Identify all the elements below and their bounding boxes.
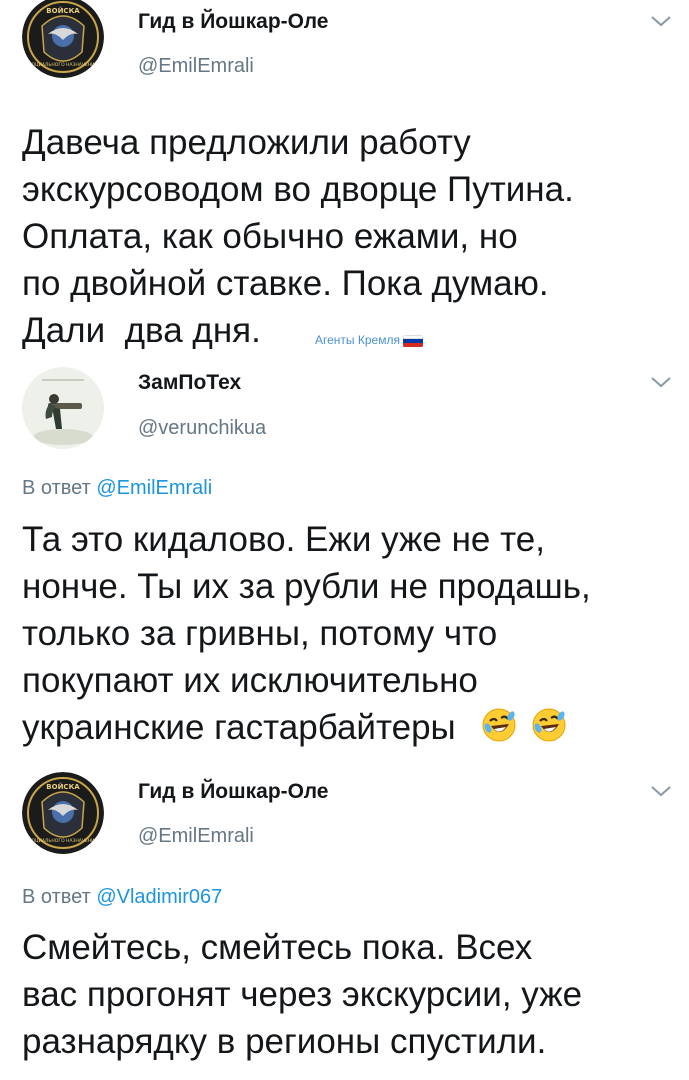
rolling-on-floor-laughing-emoji	[482, 708, 516, 742]
rolling-on-floor-laughing-emoji	[532, 708, 566, 742]
chevron-down-icon[interactable]	[650, 784, 672, 798]
reply-to-link[interactable]: @EmilEmrali	[96, 477, 212, 499]
tweet-text: Давеча предложили работу экскурсоводом в…	[22, 119, 574, 354]
avatar[interactable]: ВОЙСКА СОЦИАЛЬНОГО НАЗНАЧЕНИЯ	[22, 0, 104, 78]
reply-to-link[interactable]: @Vladimir067	[96, 886, 222, 908]
tweet-text-line: по двойной ставке. Пока думаю.	[22, 264, 549, 303]
military-emblem-avatar: ВОЙСКА СОЦИАЛЬНОГО НАЗНАЧЕНИЯ	[22, 772, 104, 854]
tweet-text: Смейтесь, смейтесь пока. Всех вас прогон…	[22, 924, 582, 1065]
chevron-down-icon[interactable]	[650, 375, 672, 389]
watermark: Агенты Кремля	[315, 333, 423, 348]
tweet-3: ВОЙСКА СОЦИАЛЬНОГО НАЗНАЧЕНИЯ Гид в Йошк…	[0, 770, 689, 1080]
military-emblem-avatar: ВОЙСКА СОЦИАЛЬНОГО НАЗНАЧЕНИЯ	[22, 0, 104, 78]
avatar-top-text: ВОЙСКА	[46, 6, 80, 15]
tweet-text-line-last: украинские гастарбайтеры	[22, 704, 591, 751]
tweet-text-line: Дали два дня.	[22, 311, 261, 350]
author-name[interactable]: Гид в Йошкар-Оле	[138, 10, 328, 34]
reply-to: В ответ @EmilEmrali	[22, 477, 212, 500]
tweet-text-line: вас прогонят через экскурсии, уже	[22, 975, 583, 1014]
tweet-text-line: Давеча предложили работу	[22, 123, 471, 162]
tweet-text: Та это кидалово. Ежи уже не те, нонче. Т…	[22, 516, 591, 751]
tweet-text-line: разнарядку в регионы спустили.	[22, 1022, 547, 1061]
avatar-bottom-text: СОЦИАЛЬНОГО НАЗНАЧЕНИЯ	[28, 838, 97, 844]
avatar-bottom-text: СОЦИАЛЬНОГО НАЗНАЧЕНИЯ	[28, 62, 97, 68]
avatar[interactable]: ВОЙСКА СОЦИАЛЬНОГО НАЗНАЧЕНИЯ	[22, 772, 104, 854]
tweet-text-line: украинские гастарбайтеры	[22, 708, 456, 747]
chevron-down-icon[interactable]	[650, 14, 672, 28]
reply-prefix: В ответ	[22, 886, 91, 908]
tweet-text-line: Смейтесь, смейтесь пока. Всех	[22, 928, 533, 967]
tweet-text-line: экскурсоводом во дворце Путина.	[22, 170, 574, 209]
author-name[interactable]: Гид в Йошкар-Оле	[138, 780, 328, 804]
author-handle[interactable]: @EmilEmrali	[138, 55, 254, 78]
avatar[interactable]	[22, 367, 104, 449]
avatar-top-text: ВОЙСКА	[46, 782, 80, 791]
author-handle[interactable]: @verunchikua	[138, 417, 266, 440]
tweet-text-line: Та это кидалово. Ежи уже не те,	[22, 520, 545, 559]
tweet-text-line: покупают их исключительно	[22, 661, 478, 700]
tweet-2: ЗамПоТех @verunchikua В ответ @EmilEmral…	[0, 365, 689, 770]
tweet-1: ВОЙСКА СОЦИАЛЬНОГО НАЗНАЧЕНИЯ Гид в Йошк…	[0, 0, 689, 365]
tweet-text-line: только за гривны, потому что	[22, 614, 498, 653]
reply-to: В ответ @Vladimir067	[22, 886, 222, 909]
russian-flag-icon	[402, 334, 423, 348]
tweet-text-line: Оплата, как обычно ежами, но	[22, 217, 518, 256]
author-handle[interactable]: @EmilEmrali	[138, 825, 254, 848]
watermark-text: Агенты Кремля	[315, 333, 400, 347]
reply-prefix: В ответ	[22, 477, 91, 499]
author-name[interactable]: ЗамПоТех	[138, 371, 241, 395]
tweet-text-line: нонче. Ты их за рубли не продашь,	[22, 567, 591, 606]
engineer-photo-avatar	[22, 367, 104, 449]
